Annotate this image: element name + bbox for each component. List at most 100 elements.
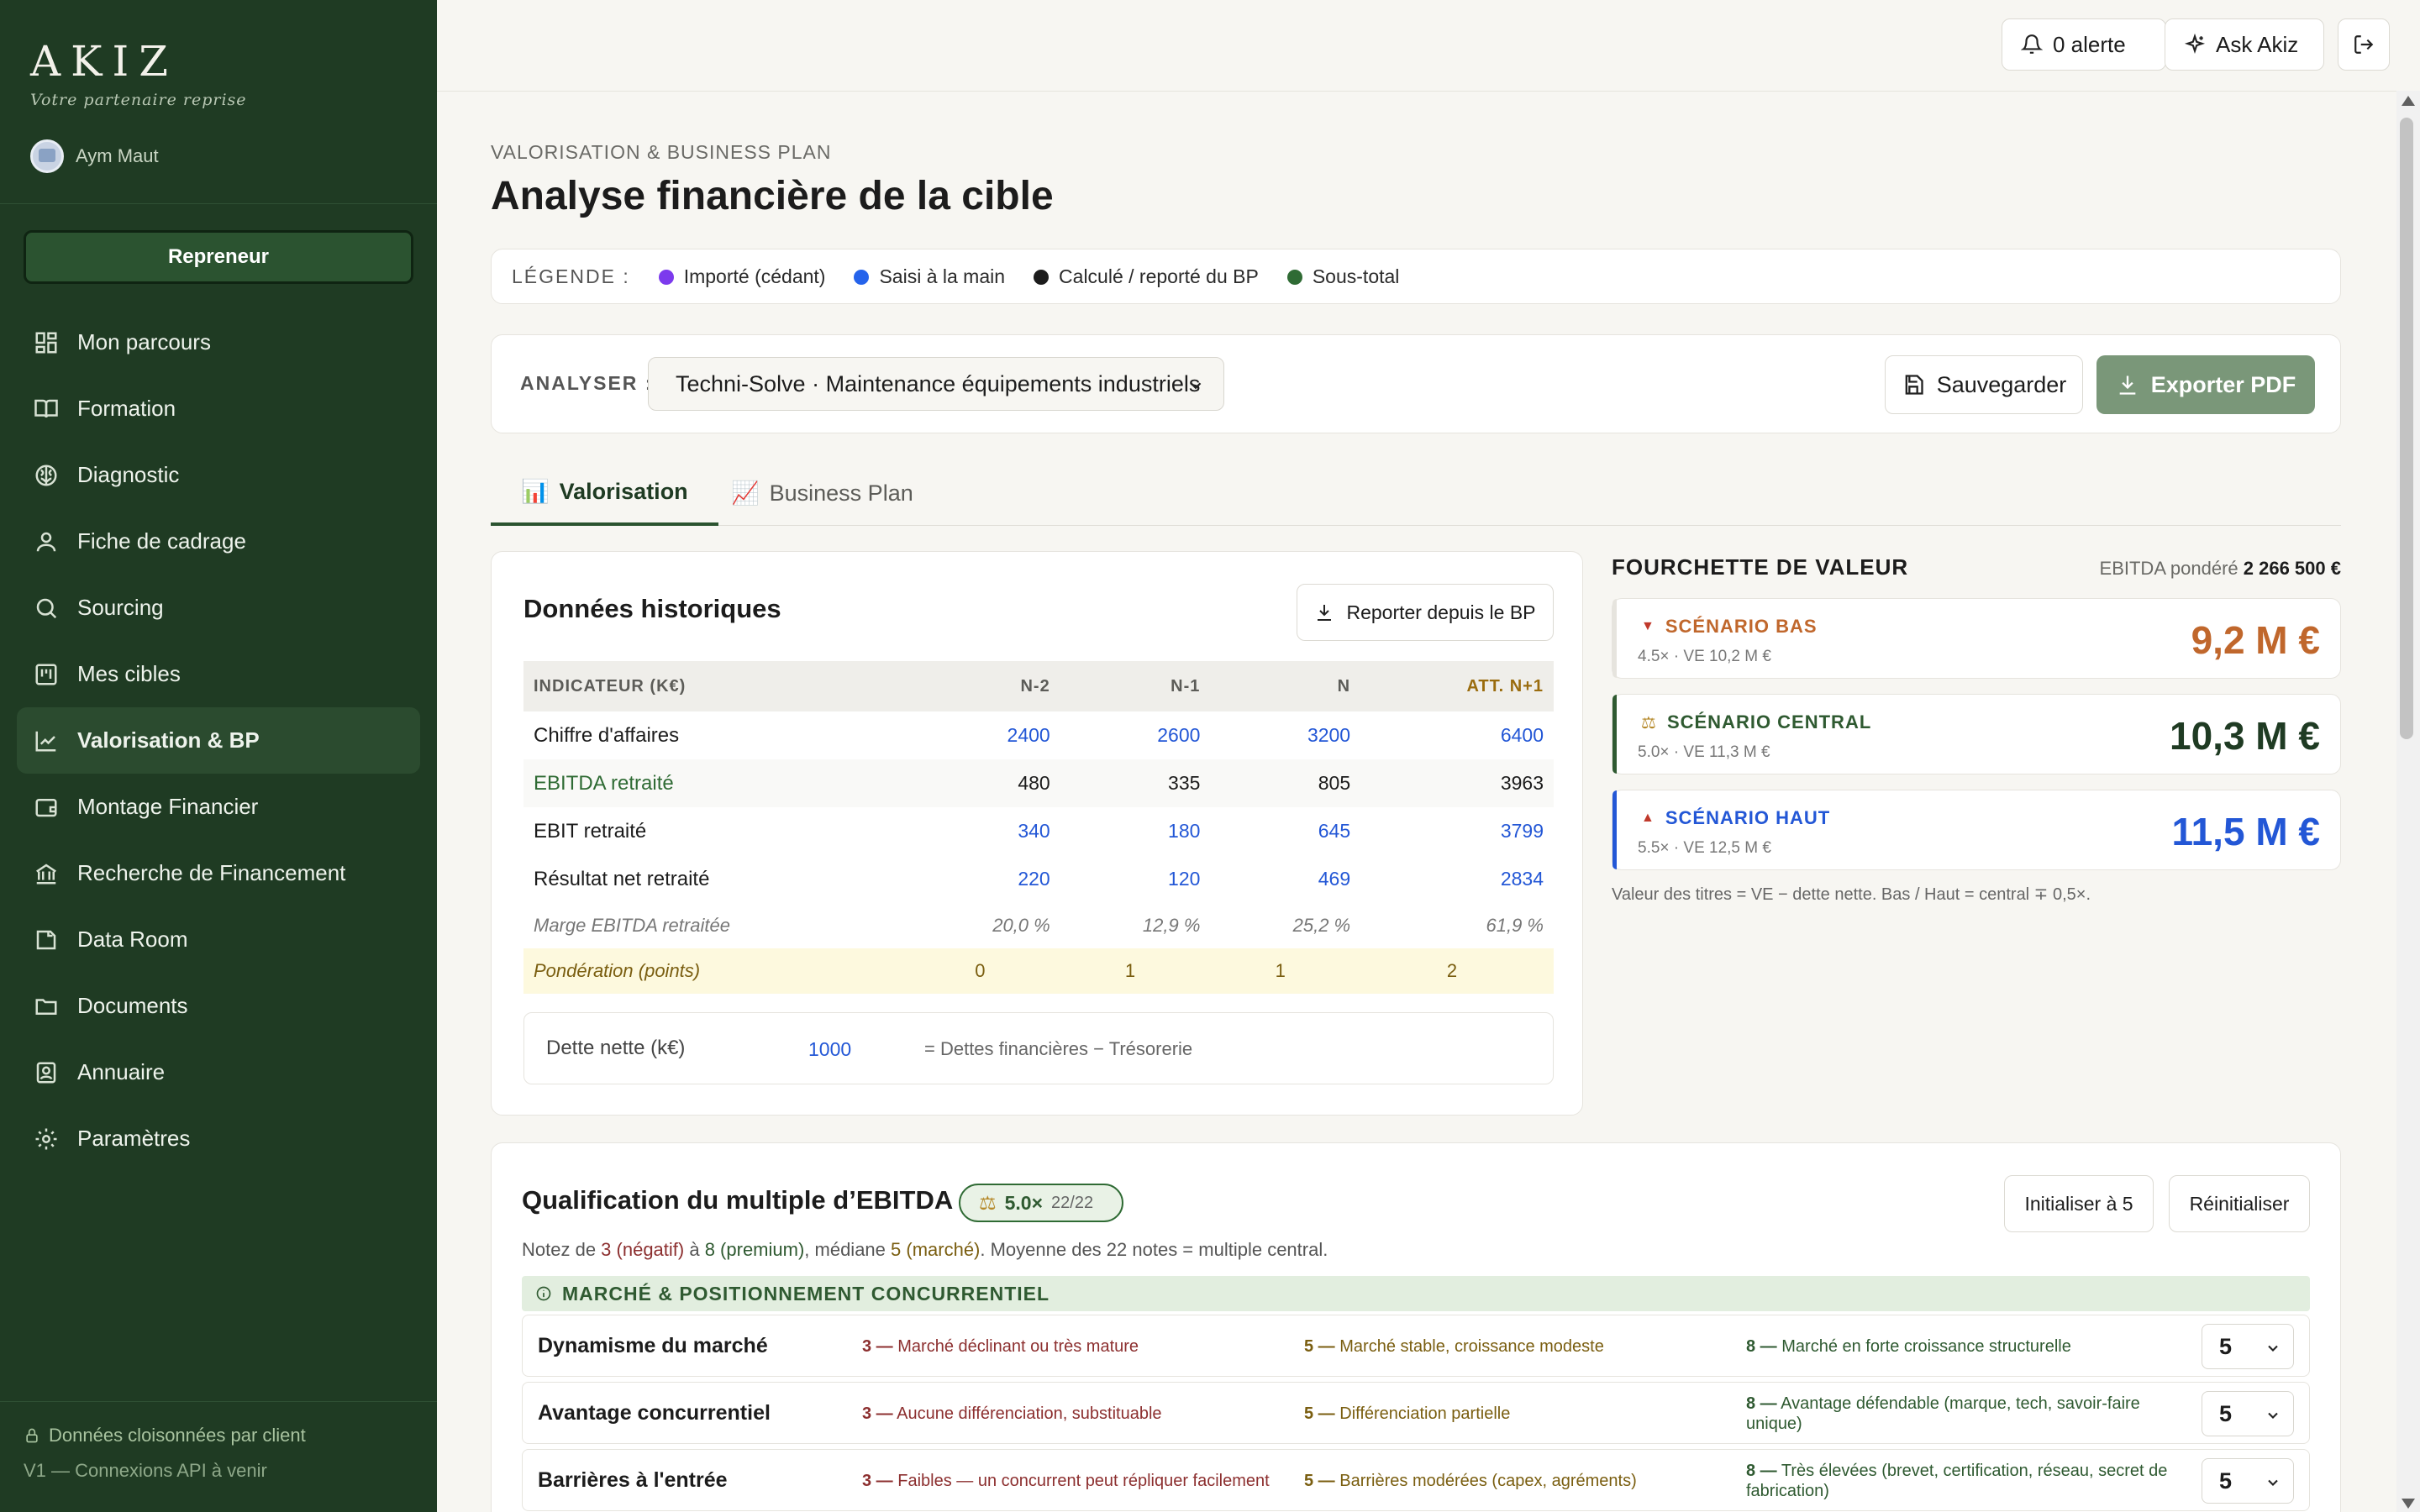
- table-row: Chiffre d'affaires 2400 2600 3200 6400: [534, 723, 1544, 747]
- criteria-row: Avantage concurrentiel 3 — Aucune différ…: [522, 1382, 2310, 1444]
- scroll-up-arrow[interactable]: [2402, 96, 2415, 106]
- sidebar-item-label: Paramètres: [77, 1126, 191, 1151]
- sidebar-item-label: Annuaire: [77, 1059, 166, 1084]
- sidebar-item-recherche-financement[interactable]: Recherche de Financement: [17, 840, 420, 906]
- ask-akiz-button[interactable]: Ask Akiz: [2165, 18, 2324, 71]
- sidebar-item-documents[interactable]: Documents: [17, 973, 420, 1039]
- scrollbar-thumb[interactable]: [2400, 118, 2413, 739]
- grid-icon: [34, 330, 59, 355]
- header-n-2: N-2: [910, 661, 1060, 711]
- triangle-up-icon: ▲: [1641, 811, 1655, 825]
- brand-logo[interactable]: AKIZ: [30, 37, 178, 86]
- legend-item-calcule: Calculé / reporté du BP: [1034, 265, 1259, 288]
- qualification-title: Qualification du multiple d’EBITDA: [522, 1185, 954, 1215]
- sidebar-item-label: Mes cibles: [77, 661, 181, 686]
- reset-button[interactable]: Réinitialiser: [2169, 1175, 2310, 1232]
- info-icon: [536, 1286, 551, 1301]
- qualification-instructions: Notez de 3 (négatif) à 8 (premium), médi…: [522, 1239, 1328, 1260]
- chart-line-icon: [34, 728, 59, 753]
- sparkle-icon: [2184, 34, 2206, 55]
- user-icon: [34, 529, 59, 554]
- sidebar-nav: Mon parcours Formation Diagnostic Fiche …: [17, 309, 420, 1172]
- report-from-bp-button[interactable]: Reporter depuis le BP: [1297, 584, 1554, 641]
- scenario-multiple: 5.5× · VE 12,5 M €: [1638, 839, 1771, 857]
- user-profile[interactable]: Aym Maut: [30, 139, 159, 173]
- sidebar-item-label: Sourcing: [77, 595, 164, 620]
- criteria-label: Barrières à l'entrée: [538, 1468, 728, 1492]
- scenario-value: 11,5 M €: [2171, 810, 2320, 853]
- score-select[interactable]: 5: [2202, 1391, 2294, 1436]
- report-label: Reporter depuis le BP: [1346, 601, 1536, 623]
- alerts-button[interactable]: 0 alerte: [2002, 18, 2166, 71]
- sidebar: AKIZ Votre partenaire reprise Aym Maut R…: [0, 0, 437, 1512]
- tab-valorisation[interactable]: 📊 Valorisation: [491, 460, 718, 526]
- sidebar-item-parametres[interactable]: Paramètres: [17, 1105, 420, 1172]
- scenario-central-card: ⚖ SCÉNARIO CENTRAL 5.0× · VE 11,3 M € 10,…: [1612, 694, 2341, 774]
- bar-chart-icon: 📊: [521, 479, 550, 504]
- privacy-note: Données cloisonnées par client: [24, 1425, 306, 1446]
- table-row: EBIT retraité 340 180 645 3799: [534, 819, 1544, 843]
- sidebar-item-label: Mon parcours: [77, 329, 211, 354]
- table-row: Résultat net retraité 220 120 469 2834: [534, 867, 1544, 890]
- sidebar-item-sourcing[interactable]: Sourcing: [17, 575, 420, 641]
- tab-label: Valorisation: [559, 478, 688, 504]
- target-select[interactable]: Techni-Solve · Maintenance équipements i…: [648, 357, 1224, 411]
- triangle-down-icon: ▼: [1641, 619, 1655, 633]
- export-pdf-button[interactable]: Exporter PDF: [2096, 355, 2315, 414]
- header-n: N: [1210, 661, 1361, 711]
- scroll-down-arrow[interactable]: [2402, 1499, 2415, 1509]
- sidebar-item-mon-parcours[interactable]: Mon parcours: [17, 309, 420, 375]
- legend-item-sous-total: Sous-total: [1286, 265, 1399, 288]
- chevron-down-icon: [1190, 382, 1202, 390]
- sidebar-item-label: Data Room: [77, 927, 188, 952]
- table-header: INDICATEUR (K€) N-2 N-1 N ATT. N+1: [523, 661, 1554, 711]
- sidebar-item-mes-cibles[interactable]: Mes cibles: [17, 641, 420, 707]
- analyse-bar: ANALYSER : Techni-Solve · Maintenance éq…: [491, 334, 2341, 433]
- chevron-down-icon: [2268, 1479, 2278, 1486]
- lock-icon: [26, 1428, 38, 1443]
- scenario-name: SCÉNARIO HAUT: [1665, 807, 1831, 828]
- scenario-multiple: 4.5× · VE 10,2 M €: [1638, 648, 1771, 665]
- table-row-marge: Marge EBITDA retraitée 20,0 % 12,9 % 25,…: [534, 915, 1544, 936]
- page-title: Analyse financière de la cible: [491, 174, 1054, 218]
- section-header-market[interactable]: MARCHÉ & POSITIONNEMENT CONCURRENTIEL: [522, 1276, 2310, 1311]
- download-icon: [2119, 375, 2136, 395]
- score-select[interactable]: 5: [2202, 1324, 2294, 1369]
- role-button[interactable]: Repreneur: [24, 230, 413, 284]
- sidebar-item-fiche-de-cadrage[interactable]: Fiche de cadrage: [17, 508, 420, 575]
- kanban-icon: [34, 662, 59, 687]
- divider: [0, 203, 437, 204]
- sidebar-item-formation[interactable]: Formation: [17, 375, 420, 442]
- value-range-title: FOURCHETTE DE VALEUR: [1612, 554, 1909, 580]
- multiple-badge: ⚖ 5.0× 22/22: [959, 1184, 1123, 1222]
- sidebar-item-montage-financier[interactable]: Montage Financier: [17, 774, 420, 840]
- header-indicateur: INDICATEUR (K€): [523, 661, 910, 711]
- init-to-5-button[interactable]: Initialiser à 5: [2004, 1175, 2154, 1232]
- criteria-label: Dynamisme du marché: [538, 1334, 768, 1357]
- scenario-name: SCÉNARIO BAS: [1665, 616, 1818, 637]
- tab-business-plan[interactable]: 📈 Business Plan: [701, 460, 944, 526]
- multiple-qualification-card: Qualification du multiple d’EBITDA ⚖ 5.0…: [491, 1142, 2341, 1512]
- bell-icon: [2021, 34, 2043, 54]
- scenario-low-card: ▼ SCÉNARIO BAS 4.5× · VE 10,2 M € 9,2 M €: [1612, 598, 2341, 679]
- contact-icon: [34, 1060, 59, 1085]
- sidebar-item-annuaire[interactable]: Annuaire: [17, 1039, 420, 1105]
- score-select[interactable]: 5: [2202, 1458, 2294, 1504]
- sidebar-item-label: Recherche de Financement: [77, 860, 346, 885]
- save-button[interactable]: Sauvegarder: [1885, 355, 2083, 414]
- weighted-ebitda: EBITDA pondéré 2 266 500 €: [2099, 558, 2341, 579]
- wallet-icon: [34, 795, 59, 820]
- tabs: 📊 Valorisation 📈 Business Plan: [491, 460, 2341, 526]
- net-debt-input[interactable]: 1000: [808, 1038, 851, 1061]
- sidebar-item-diagnostic[interactable]: Diagnostic: [17, 442, 420, 508]
- header-n-1: N-1: [1060, 661, 1211, 711]
- tab-label: Business Plan: [769, 480, 913, 506]
- sidebar-item-data-room[interactable]: Data Room: [17, 906, 420, 973]
- logout-button[interactable]: [2338, 18, 2390, 71]
- bank-icon: [34, 861, 59, 886]
- briefcase-icon: [34, 927, 59, 953]
- scenario-multiple: 5.0× · VE 11,3 M €: [1638, 743, 1770, 761]
- sidebar-item-valorisation-bp[interactable]: Valorisation & BP: [17, 707, 420, 774]
- trend-chart-icon: 📈: [731, 480, 760, 506]
- target-select-value: Techni-Solve · Maintenance équipements i…: [676, 370, 1201, 396]
